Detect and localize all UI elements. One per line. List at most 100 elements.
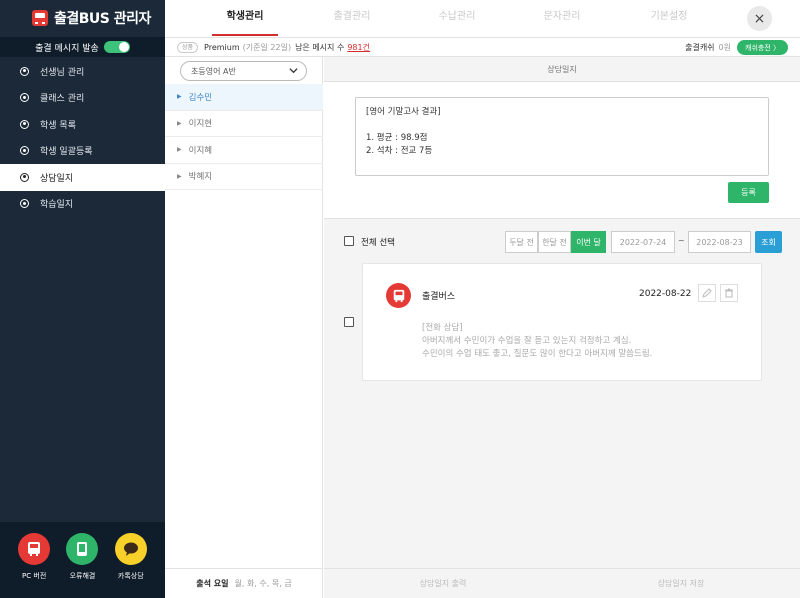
tab-student-management[interactable]: 학생관리 [212,0,278,36]
remaining-messages-label: 남은 메시지 수 [295,42,345,52]
radio-dot-icon [20,172,29,182]
tab-attendance-management[interactable]: 출결관리 [319,0,385,36]
message-toggle-switch[interactable] [103,41,130,53]
student-list: ▶ 김수민 ▶ 이지현 ▶ 이지혜 ▶ 박혜지 [165,84,323,190]
counseling-textarea[interactable]: [영어 기말고사 결과] 1. 평균 : 98.9점 2. 석차 : 전교 7등 [355,97,769,176]
sidebar-item-teachers[interactable]: 선생님 관리 [0,58,165,85]
message-send-toggle-row: 출결 메시지 발송 [0,37,165,57]
sidebar-bottom-actions: PC 버전 오류해결 카톡상담 [0,522,165,598]
bus-icon [32,10,48,26]
sidebar-item-study-log[interactable]: 학습일지 [0,191,165,218]
entry-date: 2022-08-22 [639,289,692,299]
select-all-label: 전체 선택 [361,238,395,248]
radio-dot-icon [20,119,29,129]
trash-icon[interactable] [720,284,738,302]
plan-note: (기준일 22일) [242,42,292,52]
phone-icon [66,533,99,565]
student-item[interactable]: ▶ 박혜지 [165,164,323,190]
search-button[interactable]: 조회 [755,231,782,253]
panel-title: 상담일지 [324,57,800,82]
log-actions-bar: 상담일지 출력 상담일지 저장 [324,568,800,598]
charge-cash-button[interactable]: 캐쉬충전 〉 [737,40,788,55]
sidebar-item-label: 학생 일괄등록 [40,147,93,158]
register-button[interactable]: 등록 [728,182,769,203]
chevron-down-icon [289,66,298,77]
print-log-button[interactable]: 상담일지 출력 [324,569,562,598]
student-item[interactable]: ▶ 이지혜 [165,137,323,164]
sidebar-item-student-list[interactable]: 학생 목록 [0,111,165,138]
top-navigation: 학생관리 출결관리 수납관리 문자관리 기본설정 × [165,0,800,36]
radio-dot-icon [20,93,29,103]
attendance-days-bar: 출석 요일 월, 화, 수, 목, 금 [165,568,323,598]
filter-row: 전체 선택 두달 전 한달 전 이번 달 2022-07-24 ~ 2022-0… [324,230,800,254]
plan-badge: 상품 [177,41,199,53]
date-from-input[interactable]: 2022-07-24 [611,231,675,253]
remaining-messages-link[interactable]: 981건 [347,42,370,53]
caret-right-icon: ▶ [177,146,182,154]
kakao-consult-label: 카톡상담 [117,572,144,580]
attendance-days-label: 출석 요일 [196,579,229,588]
sidebar-item-label: 학습일지 [40,200,74,211]
date-separator: ~ [678,236,685,245]
radio-dot-icon [20,66,29,76]
app-title: 출결BUS 관리자 [54,11,151,27]
class-select[interactable]: 초등영어 A반 [180,61,307,81]
attendance-days-value: 월, 화, 수, 목, 금 [234,579,292,588]
sidebar: 출결BUS 관리자 출결 메시지 발송 선생님 관리 클래스 관리 학생 목록 … [0,0,165,598]
editor-area: [영어 기말고사 결과] 1. 평균 : 98.9점 2. 석차 : 전교 7등… [324,82,800,219]
student-item[interactable]: ▶ 김수민 [165,84,323,111]
radio-dot-icon [20,199,29,209]
tab-basic-settings[interactable]: 기본설정 [636,0,702,36]
close-icon[interactable]: × [747,6,772,31]
plan-info-bar: 상품 Premium (기준일 22일) 남은 메시지 수 981건 출결캐쉬 … [165,37,800,57]
cash-info: 출결캐쉬 0원 캐쉬충전 〉 [685,40,788,55]
student-name: 박혜지 [188,172,213,183]
tab-payment-management[interactable]: 수납관리 [424,0,490,36]
troubleshoot-label: 오류해결 [69,572,96,580]
edit-pencil-icon[interactable] [698,284,716,302]
student-name: 김수민 [188,92,213,103]
sidebar-item-label: 상담일지 [40,173,74,184]
student-name: 이지현 [188,119,213,130]
bus-icon [18,533,51,565]
entry-author: 출결버스 [422,292,456,302]
message-toggle-label: 출결 메시지 발송 [35,43,99,54]
app-logo[interactable]: 출결BUS 관리자 [0,0,165,36]
class-select-value: 초등영어 A반 [191,66,236,76]
sidebar-item-classes[interactable]: 클래스 관리 [0,85,165,112]
entry-checkbox[interactable] [344,317,354,327]
sidebar-item-label: 선생님 관리 [40,67,85,78]
caret-right-icon: ▶ [177,172,182,180]
tab-sms-management[interactable]: 문자관리 [529,0,595,36]
entry-body: [전화 상담] 아버지께서 수민이가 수업을 잘 듣고 있는지 걱정하고 계심.… [422,323,653,359]
select-all-checkbox[interactable] [344,236,354,246]
app-root: 출결BUS 관리자 출결 메시지 발송 선생님 관리 클래스 관리 학생 목록 … [0,0,800,598]
counseling-entry-card: 출결버스 2022-08-22 [전화 상담] 아버지께서 수민이가 수업을 잘… [362,263,762,381]
avatar [386,283,411,308]
caret-right-icon: ▶ [177,119,182,127]
sidebar-item-bulk-register[interactable]: 학생 일괄등록 [0,138,165,165]
caret-right-icon: ▶ [177,93,182,101]
sidebar-item-label: 클래스 관리 [40,94,85,105]
period-two-months-button[interactable]: 두달 전 [505,231,538,253]
pc-version-button[interactable]: PC 버전 [12,533,56,598]
pc-version-label: PC 버전 [22,572,47,580]
kakao-consult-button[interactable]: 카톡상담 [109,533,153,598]
chat-bubble-icon [114,533,147,565]
counseling-log-panel: 상담일지 [영어 기말고사 결과] 1. 평균 : 98.9점 2. 석차 : … [324,57,800,598]
radio-dot-icon [20,146,29,156]
cash-label: 출결캐쉬 [685,43,715,52]
cash-value: 0원 [718,43,731,52]
date-to-input[interactable]: 2022-08-23 [688,231,751,253]
troubleshoot-button[interactable]: 오류해결 [60,533,104,598]
period-this-month-button[interactable]: 이번 달 [571,231,606,253]
plan-name: Premium [204,42,240,52]
sidebar-menu: 선생님 관리 클래스 관리 학생 목록 학생 일괄등록 상담일지 학습일지 [0,58,165,217]
period-one-month-button[interactable]: 한달 전 [538,231,571,253]
sidebar-item-counseling-log[interactable]: 상담일지 [0,164,165,191]
student-name: 이지혜 [188,145,213,156]
save-log-button[interactable]: 상담일지 저장 [562,569,800,598]
student-item[interactable]: ▶ 이지현 [165,111,323,137]
sidebar-item-label: 학생 목록 [40,120,76,131]
student-panel: 초등영어 A반 ▶ 김수민 ▶ 이지현 ▶ 이지혜 ▶ 박혜지 출석 요일 월,… [165,57,323,598]
